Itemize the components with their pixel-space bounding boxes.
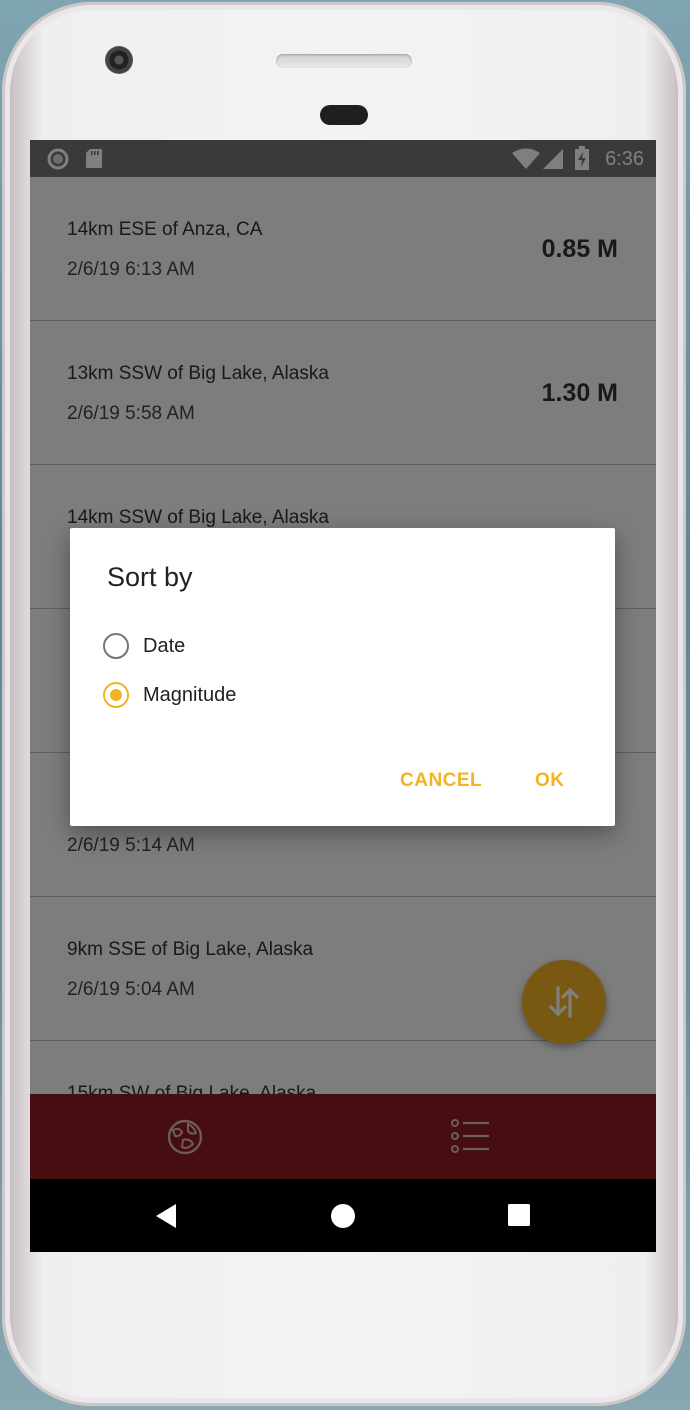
- dialog-title: Sort by: [107, 562, 193, 592]
- recents-icon[interactable]: [508, 1204, 530, 1231]
- front-camera: [105, 46, 133, 74]
- sort-option-magnitude[interactable]: Magnitude: [103, 680, 403, 720]
- ok-button[interactable]: OK: [535, 770, 565, 792]
- screen: 6:36 14km ESE of Anza, CA 2/6/19 6:13 AM…: [30, 140, 656, 1252]
- home-icon[interactable]: [330, 1203, 356, 1234]
- option-label: Magnitude: [143, 684, 237, 706]
- sort-dialog: Sort by Date Magnitude CANCEL OK: [70, 528, 615, 826]
- earpiece-speaker: [276, 54, 412, 68]
- proximity-sensor: [320, 105, 368, 125]
- option-label: Date: [143, 635, 186, 657]
- radio-button[interactable]: [103, 633, 129, 659]
- cancel-button[interactable]: CANCEL: [400, 770, 482, 792]
- sort-option-date[interactable]: Date: [103, 631, 403, 671]
- system-navigation-bar: [30, 1179, 656, 1252]
- back-icon[interactable]: [154, 1203, 178, 1234]
- radio-button-checked[interactable]: [103, 682, 129, 708]
